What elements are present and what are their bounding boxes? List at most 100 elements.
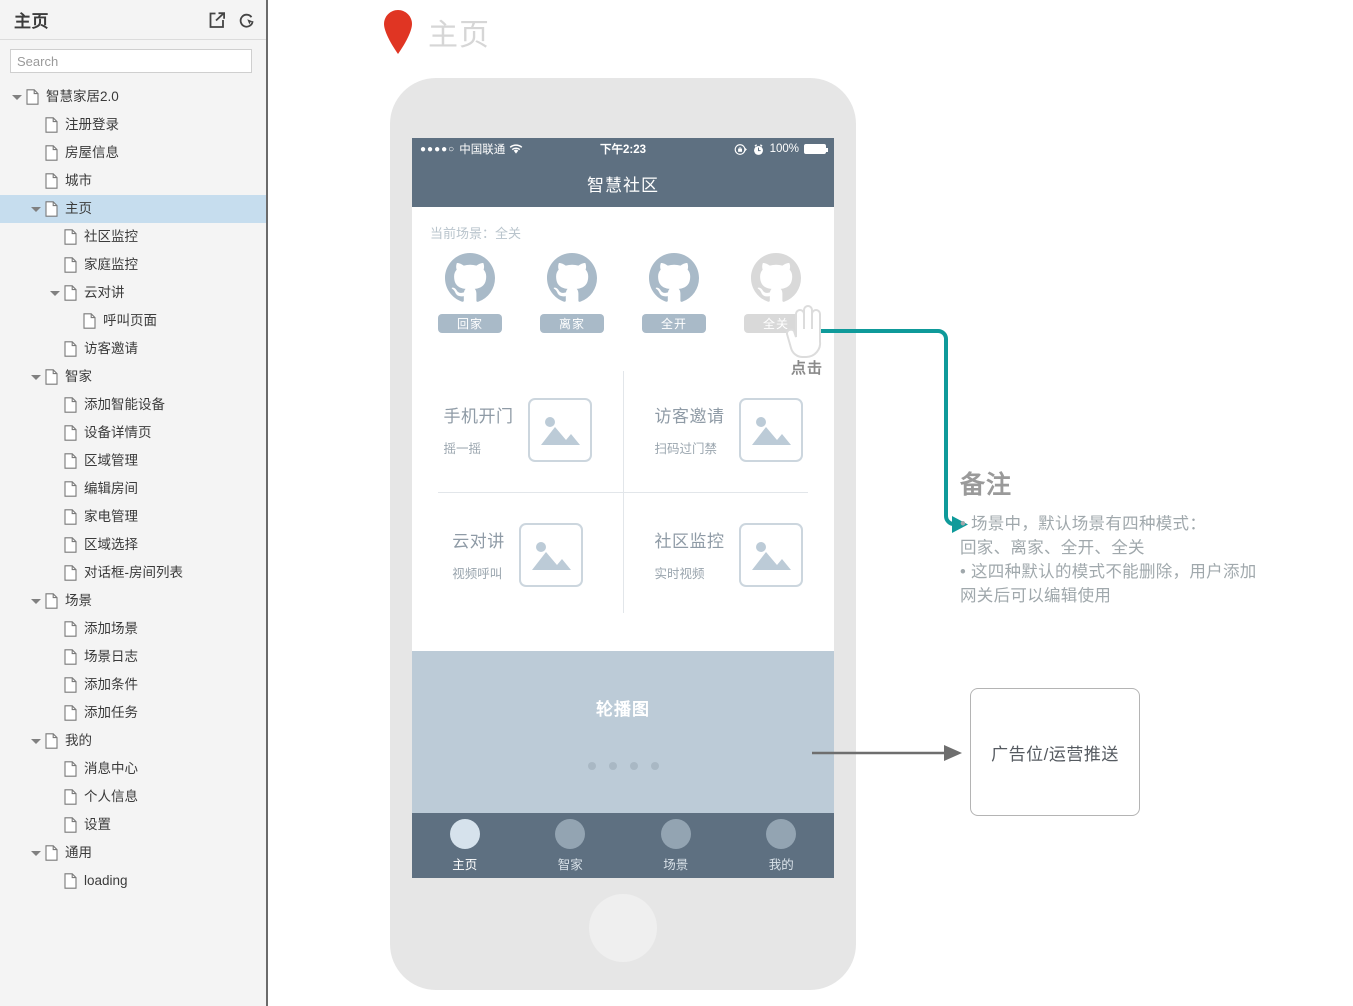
tree-twisty-icon[interactable] (29, 594, 43, 608)
tree-item-11[interactable]: 添加智能设备 (0, 391, 266, 419)
tree-item-13[interactable]: 区域管理 (0, 447, 266, 475)
tree-item-3[interactable]: 城市 (0, 167, 266, 195)
document-icon (64, 621, 77, 637)
document-icon (64, 873, 77, 889)
tree-twisty-spacer (48, 510, 62, 524)
carousel-banner[interactable]: 轮播图 (412, 651, 834, 813)
document-icon (45, 369, 58, 385)
tree-item-label: 家电管理 (84, 509, 138, 525)
feature-cell-0[interactable]: 手机开门 摇一摇 (412, 367, 623, 492)
sidebar-header-actions (208, 11, 256, 29)
search-container (0, 40, 266, 79)
tree-item-14[interactable]: 编辑房间 (0, 475, 266, 503)
feature-cell-3[interactable]: 社区监控 实时视频 (623, 492, 834, 617)
feature-title: 云对讲 (452, 532, 505, 551)
document-icon (45, 117, 58, 133)
sidebar-header: 主页 (0, 0, 266, 40)
phone-mockup: ●●●●○ 中国联通 下午2:23 100% 智慧社区 当前场景：全关 回家 离… (390, 78, 856, 990)
tree-twisty-icon[interactable] (29, 734, 43, 748)
tree-item-12[interactable]: 设备详情页 (0, 419, 266, 447)
tree-item-19[interactable]: 添加场景 (0, 615, 266, 643)
image-placeholder-icon (527, 397, 592, 462)
tree-item-18[interactable]: 场景 (0, 587, 266, 615)
tree-item-label: loading (84, 873, 128, 889)
tree-item-15[interactable]: 家电管理 (0, 503, 266, 531)
tree-item-27[interactable]: 通用 (0, 839, 266, 867)
tree-item-16[interactable]: 区域选择 (0, 531, 266, 559)
reload-cursor-icon[interactable] (238, 11, 256, 29)
search-input[interactable] (10, 49, 252, 73)
document-icon (64, 789, 77, 805)
tree-item-20[interactable]: 场景日志 (0, 643, 266, 671)
tree-item-8[interactable]: 呼叫页面 (0, 307, 266, 335)
document-icon (45, 593, 58, 609)
feature-cell-1[interactable]: 访客邀请 扫码过门禁 (623, 367, 834, 492)
tree-twisty-icon[interactable] (10, 90, 24, 104)
carousel-dot-3[interactable] (650, 761, 659, 770)
tree-item-4[interactable]: 主页 (0, 195, 266, 223)
tree-item-25[interactable]: 个人信息 (0, 783, 266, 811)
tree-twisty-icon[interactable] (29, 846, 43, 860)
tree-item-1[interactable]: 注册登录 (0, 111, 266, 139)
carousel-dot-1[interactable] (608, 761, 617, 770)
tree-item-label: 通用 (65, 845, 92, 861)
tree-twisty-spacer (29, 118, 43, 132)
tree-item-10[interactable]: 智家 (0, 363, 266, 391)
feature-cell-2[interactable]: 云对讲 视频呼叫 (412, 492, 623, 617)
carousel-dots[interactable] (587, 761, 659, 770)
tree-item-label: 智家 (65, 369, 92, 385)
tree-item-6[interactable]: 家庭监控 (0, 251, 266, 279)
scene-item-2[interactable]: 全开 (638, 250, 710, 333)
scene-item-1[interactable]: 离家 (536, 250, 608, 333)
tree-item-17[interactable]: 对话框-房间列表 (0, 559, 266, 587)
tab-3[interactable]: 我的 (729, 813, 835, 878)
export-icon[interactable] (208, 11, 226, 29)
click-annotation-label: 点击 (791, 360, 824, 377)
tree-item-26[interactable]: 设置 (0, 811, 266, 839)
tree-twisty-spacer (48, 790, 62, 804)
tree-item-23[interactable]: 我的 (0, 727, 266, 755)
tree-twisty-spacer (48, 482, 62, 496)
tree-item-5[interactable]: 社区监控 (0, 223, 266, 251)
tree-item-label: 我的 (65, 733, 92, 749)
tree-item-0[interactable]: 智慧家居2.0 (0, 83, 266, 111)
tree-twisty-icon[interactable] (48, 286, 62, 300)
note-title: 备注 (960, 471, 1013, 499)
tab-1[interactable]: 智家 (518, 813, 624, 878)
tree-item-21[interactable]: 添加条件 (0, 671, 266, 699)
feature-subtitle: 视频呼叫 (452, 567, 503, 581)
document-icon (64, 257, 77, 273)
tree-item-24[interactable]: 消息中心 (0, 755, 266, 783)
document-icon (64, 397, 77, 413)
tab-2[interactable]: 场景 (623, 813, 729, 878)
tree-twisty-spacer (48, 566, 62, 580)
tree-twisty-icon[interactable] (29, 370, 43, 384)
tree-item-9[interactable]: 访客邀请 (0, 335, 266, 363)
tree-item-7[interactable]: 云对讲 (0, 279, 266, 307)
document-icon (64, 481, 77, 497)
scene-label: 回家 (438, 314, 502, 333)
tree-item-label: 消息中心 (84, 761, 138, 777)
image-placeholder-icon (738, 397, 803, 462)
document-icon (45, 173, 58, 189)
tree-item-22[interactable]: 添加任务 (0, 699, 266, 727)
tree-item-label: 云对讲 (84, 285, 125, 301)
phone-home-button[interactable] (589, 894, 657, 962)
tree-item-label: 智慧家居2.0 (46, 89, 119, 105)
scene-avatar-icon (544, 250, 600, 306)
tree-item-28[interactable]: loading (0, 867, 266, 895)
hand-pointer-icon (782, 301, 826, 361)
document-icon (64, 425, 77, 441)
tree-twisty-spacer (48, 650, 62, 664)
carousel-dot-0[interactable] (587, 761, 596, 770)
tree-item-2[interactable]: 房屋信息 (0, 139, 266, 167)
current-scene-label: 当前场景：全关 (430, 226, 522, 241)
image-placeholder-icon (518, 522, 583, 587)
scene-item-0[interactable]: 回家 (434, 250, 506, 333)
tab-0[interactable]: 主页 (412, 813, 518, 878)
tab-label: 我的 (768, 857, 794, 872)
document-icon (64, 341, 77, 357)
feature-subtitle: 扫码过门禁 (654, 442, 718, 456)
carousel-dot-2[interactable] (629, 761, 638, 770)
tree-twisty-icon[interactable] (29, 202, 43, 216)
